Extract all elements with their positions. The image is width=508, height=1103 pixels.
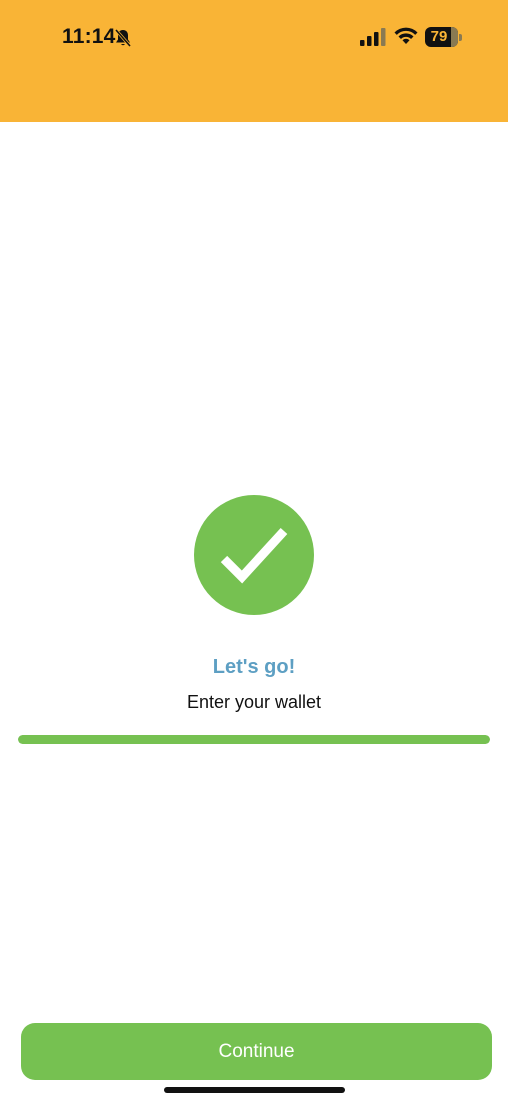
progress-bar	[18, 735, 490, 744]
battery-level: 79	[430, 28, 448, 45]
battery-tip	[459, 34, 462, 41]
battery-icon: 79	[425, 27, 463, 47]
checkmark-icon	[220, 527, 288, 584]
bell-slash-icon	[114, 29, 132, 47]
home-indicator[interactable]	[164, 1087, 345, 1093]
continue-button[interactable]: Continue	[21, 1023, 492, 1080]
status-time: 11:14	[62, 25, 116, 48]
page-title: Let's go!	[212, 656, 296, 678]
header-bar: 11:14 79	[0, 0, 508, 122]
wifi-icon	[394, 27, 418, 44]
progress-fill	[18, 735, 490, 744]
success-badge	[194, 495, 314, 615]
battery-body: 79	[425, 27, 458, 47]
page-subtitle: Enter your wallet	[186, 692, 322, 712]
cellular-signal-icon	[360, 28, 386, 46]
